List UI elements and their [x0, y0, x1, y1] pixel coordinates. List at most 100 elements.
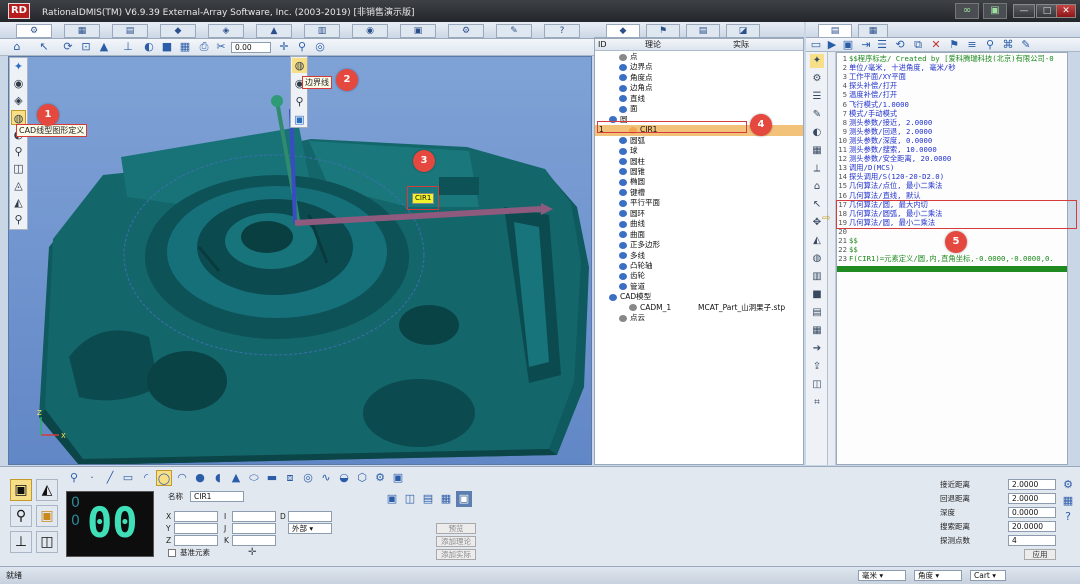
tree-item[interactable]: 管道: [595, 282, 803, 292]
layer-icon[interactable]: ▦: [177, 39, 193, 55]
unit-select[interactable]: 毫米 ▾: [858, 570, 906, 581]
find-icon[interactable]: ⚲: [982, 37, 998, 53]
crosshair-icon[interactable]: ✛: [276, 39, 292, 55]
tab-settings[interactable]: ⚙: [448, 24, 484, 38]
depth-input[interactable]: 0.0000: [1008, 507, 1056, 518]
tree-item[interactable]: CAD模型: [595, 292, 803, 302]
feature-parplane-icon[interactable]: ⧈: [282, 470, 298, 486]
bookmark-icon[interactable]: ⌘: [1000, 37, 1016, 53]
construct-mode-icon[interactable]: ◭: [36, 479, 58, 501]
tab-cad[interactable]: ▲: [256, 24, 292, 38]
tab-probe[interactable]: ⚙: [16, 24, 52, 38]
tab-datums[interactable]: ◪: [726, 24, 760, 38]
arrow-right-icon[interactable]: ➔: [810, 342, 824, 356]
step-icon[interactable]: ⇥: [858, 37, 874, 53]
feature-polygon-icon[interactable]: ⬡: [354, 470, 370, 486]
tree-item[interactable]: 直线: [595, 94, 803, 104]
approach-input[interactable]: 2.0000: [1008, 479, 1056, 490]
tree-item[interactable]: 曲线: [595, 219, 803, 229]
tab-program[interactable]: ▣: [400, 24, 436, 38]
feature-arc-icon[interactable]: ◜: [138, 470, 154, 486]
tree-item[interactable]: 圆环: [595, 209, 803, 219]
measure-mode-icon[interactable]: ▣: [10, 479, 32, 501]
feature-cone-icon[interactable]: ▲: [228, 470, 244, 486]
plane-tool-icon[interactable]: ◫: [11, 161, 26, 176]
probe-select-icon[interactable]: ▣: [456, 491, 472, 507]
feature-cylinder-icon[interactable]: ◖: [210, 470, 226, 486]
tab-construct[interactable]: ▤: [112, 24, 148, 38]
camera-icon[interactable]: ▣: [384, 491, 400, 507]
grid-icon[interactable]: ▦: [810, 144, 824, 158]
tree-item[interactable]: 齿轮: [595, 271, 803, 281]
tab-alignment[interactable]: ◆: [160, 24, 196, 38]
tree-item[interactable]: 曲面: [595, 230, 803, 240]
page-icon-2[interactable]: ▤: [420, 491, 436, 507]
tree-item[interactable]: CADM_1 MCAT_Part_山洞果子.stp: [595, 303, 803, 313]
snapshot-icon[interactable]: ◫: [810, 378, 824, 392]
open-file-icon[interactable]: ▭: [808, 37, 824, 53]
probe-tool-icon[interactable]: ⚲: [11, 144, 26, 159]
feature-sphere-icon[interactable]: ●: [192, 470, 208, 486]
boundary-tool-icon[interactable]: ◍: [292, 58, 307, 73]
export-icon[interactable]: ⇪: [810, 360, 824, 374]
feature-arc2-icon[interactable]: ◠: [174, 470, 190, 486]
param-help-icon[interactable]: ?: [1060, 509, 1076, 525]
flag-icon[interactable]: ⚑: [946, 37, 962, 53]
pin-icon[interactable]: ✦: [11, 59, 26, 74]
display-mode-icon[interactable]: ▣: [983, 3, 1007, 19]
dmis-code-editor[interactable]: 1 $$程序标志/ Created by [爱科腾瑞科技(北京)有限公司-0 2 单位…: [836, 52, 1068, 465]
tab-variables[interactable]: ▦: [858, 24, 888, 38]
fit-view-icon[interactable]: ⊡: [78, 39, 94, 55]
tree-item[interactable]: 键槽: [595, 188, 803, 198]
add-nominal-button[interactable]: 添加理论: [436, 536, 476, 547]
param-gear-icon[interactable]: ⚙: [1060, 477, 1076, 493]
angle-select[interactable]: 角度 ▾: [914, 570, 962, 581]
print-icon[interactable]: ⎙: [196, 39, 212, 55]
tab-measure[interactable]: ▦: [64, 24, 100, 38]
point-tool-icon[interactable]: ◉: [11, 76, 26, 91]
scan-tool-icon[interactable]: ◬: [11, 178, 26, 193]
line-tool-icon[interactable]: ◈: [11, 93, 26, 108]
page-icon[interactable]: ▤: [810, 306, 824, 320]
feature-slot-icon[interactable]: ▬: [264, 470, 280, 486]
tree-item[interactable]: 平行平面: [595, 198, 803, 208]
inside-outside-select[interactable]: 外部 ▾: [288, 523, 332, 534]
feature-circle-icon[interactable]: ◯: [156, 470, 172, 486]
copy-icon[interactable]: ⧉: [910, 37, 926, 53]
cross-section-icon[interactable]: ⚲: [292, 94, 307, 109]
color-swatch-icon[interactable]: ■: [810, 288, 824, 302]
feature-name-input[interactable]: CIR1: [190, 491, 244, 502]
search-input[interactable]: 20.0000: [1008, 521, 1056, 532]
scale-icon[interactable]: ◭: [810, 234, 824, 248]
zoom-value-input[interactable]: 0.00: [231, 42, 271, 53]
tab-sensors[interactable]: ▤: [686, 24, 720, 38]
tune-icon[interactable]: ◐: [810, 126, 824, 140]
save-icon[interactable]: ▣: [840, 37, 856, 53]
clip-icon[interactable]: ✂: [213, 39, 229, 55]
tree-item[interactable]: 凸轮轴: [595, 261, 803, 271]
cad-def-tool-icon[interactable]: ◍: [11, 110, 26, 125]
add-actual-button[interactable]: 添加实际: [436, 549, 476, 560]
tab-tolerances[interactable]: ⚑: [646, 24, 680, 38]
probe-view-icon[interactable]: ⚲: [294, 39, 310, 55]
feature-ellipse-icon[interactable]: ⬭: [246, 470, 262, 486]
surface-tool-icon[interactable]: ▣: [292, 112, 307, 127]
pointer-tool-icon[interactable]: ✦: [810, 54, 824, 68]
feature-point-icon[interactable]: ·: [84, 470, 100, 486]
tree-item[interactable]: 点云: [595, 313, 803, 323]
glasses-icon[interactable]: ∞: [955, 3, 979, 19]
tree-item[interactable]: 球: [595, 146, 803, 156]
filter-icon[interactable]: ⌗: [810, 396, 824, 410]
select-arrow-icon[interactable]: ↖: [36, 39, 52, 55]
minimize-button[interactable]: —: [1013, 4, 1035, 18]
feature-cursor-icon[interactable]: ⚲: [66, 470, 82, 486]
probe-config-icon[interactable]: ⚙: [810, 72, 824, 86]
feature-surface-icon[interactable]: ◒: [336, 470, 352, 486]
feature-cad-icon[interactable]: ▣: [390, 470, 406, 486]
probe-mode-icon[interactable]: ⚲: [10, 505, 32, 527]
points-input[interactable]: 4: [1008, 535, 1056, 546]
tab-program-editor[interactable]: ▤: [818, 24, 852, 38]
edit-icon[interactable]: ✎: [1018, 37, 1034, 53]
tab-features[interactable]: ◆: [606, 24, 640, 38]
preview-button[interactable]: 预览: [436, 523, 476, 534]
